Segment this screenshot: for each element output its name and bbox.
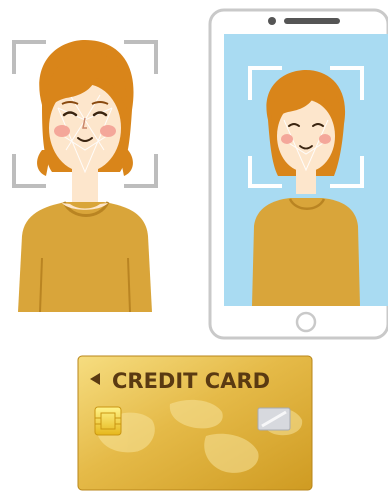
credit-card-icon: CREDIT CARD — [77, 355, 313, 491]
card-hologram-icon — [257, 407, 291, 431]
phone-face-scan-icon — [208, 8, 388, 340]
face-scan-woman-icon — [12, 40, 158, 313]
card-chip-icon — [94, 406, 122, 436]
card-label: CREDIT CARD — [112, 369, 270, 393]
illustration-canvas: CREDIT CARD — [12, 8, 388, 491]
